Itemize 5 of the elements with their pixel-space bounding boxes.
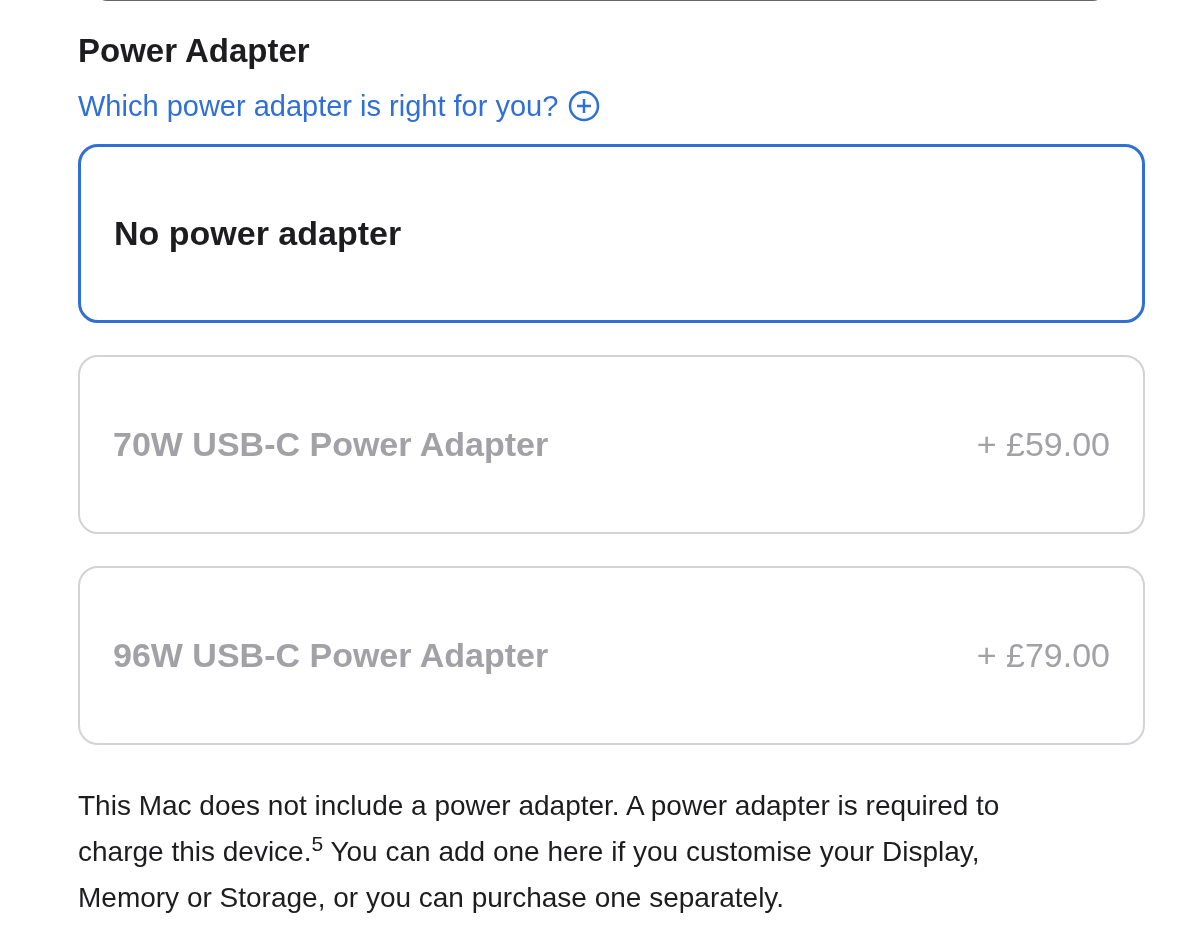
- adapter-option[interactable]: No power adapter: [78, 144, 1145, 323]
- plus-circle-icon: [568, 90, 601, 122]
- help-link[interactable]: Which power adapter is right for you?: [78, 88, 601, 124]
- adapter-note: This Mac does not include a power adapter. A power adapter is required to charge this device.$^{5}$ You can add one here if you customise your Display, Memory or Storage, or you can purchase one separately.: [78, 789, 1001, 915]
- section-title: Power Adapter: [78, 31, 310, 71]
